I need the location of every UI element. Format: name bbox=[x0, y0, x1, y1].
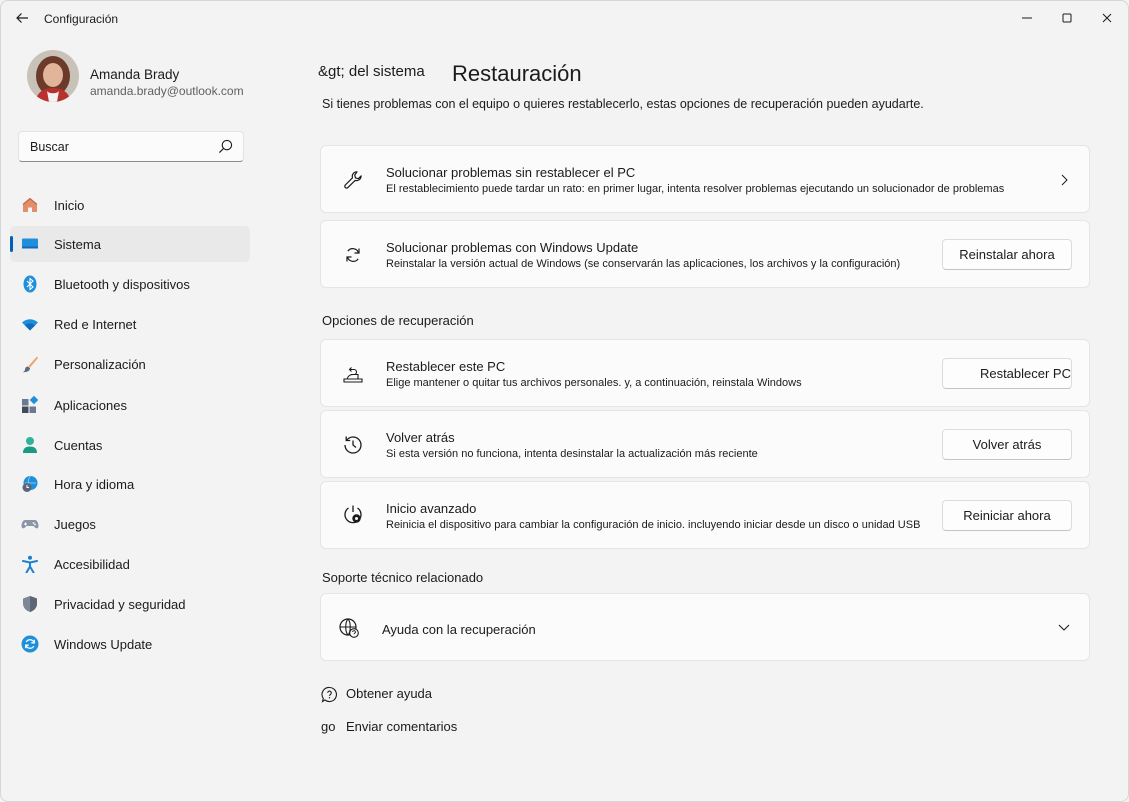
time-language-icon bbox=[22, 475, 38, 492]
sidebar-item-windows-update[interactable]: Windows Update bbox=[10, 626, 250, 662]
minimize-icon bbox=[1022, 17, 1032, 19]
sidebar-item-inicio[interactable]: Inicio bbox=[10, 187, 250, 223]
page-subtitle: Si tienes problemas con el equipo o quie… bbox=[322, 97, 924, 111]
accounts-icon bbox=[23, 437, 37, 453]
sidebar-item-label: Juegos bbox=[54, 517, 96, 532]
card-title: Restablecer este PC bbox=[386, 359, 506, 374]
card-description: Reinstalar la versión actual de Windows … bbox=[386, 258, 901, 270]
sidebar-item-bluetooth[interactable]: Bluetooth y dispositivos bbox=[10, 266, 250, 302]
card-title: Solucionar problemas sin restablecer el … bbox=[386, 165, 636, 180]
windows-update-repair-card: Solucionar problemas con Windows Update … bbox=[320, 220, 1090, 288]
active-indicator bbox=[10, 236, 13, 252]
sidebar-item-label: Hora y idioma bbox=[54, 477, 135, 492]
card-title: Volver atrás bbox=[386, 430, 455, 445]
troubleshoot-card[interactable]: Solucionar problemas sin restablecer el … bbox=[320, 145, 1090, 213]
send-feedback-link[interactable]: go Enviar comentarios bbox=[321, 717, 501, 737]
system-icon bbox=[22, 238, 38, 249]
reinstall-now-button[interactable]: Reinstalar ahora bbox=[942, 239, 1072, 270]
card-title: Inicio avanzado bbox=[386, 501, 477, 516]
user-name: Amanda Brady bbox=[90, 67, 180, 82]
gamepad-icon bbox=[21, 520, 39, 529]
sidebar-item-label: Red e Internet bbox=[54, 317, 137, 332]
sidebar-item-label: Inicio bbox=[54, 198, 85, 213]
chevron-down-icon bbox=[1058, 624, 1070, 631]
restart-now-button[interactable]: Reiniciar ahora bbox=[942, 500, 1072, 531]
advanced-startup-card: Inicio avanzado Reinicia el dispositivo … bbox=[320, 481, 1090, 549]
maximize-button[interactable] bbox=[1049, 5, 1085, 31]
recovery-options-heading: Opciones de recuperación bbox=[322, 313, 474, 328]
sidebar-item-sistema[interactable]: Sistema bbox=[10, 226, 250, 262]
maximize-icon bbox=[1062, 13, 1072, 23]
close-button[interactable] bbox=[1089, 5, 1125, 31]
reset-pc-button[interactable]: Restablecer PC bbox=[942, 358, 1072, 389]
chevron-right-icon bbox=[1061, 174, 1068, 186]
minimize-button[interactable] bbox=[1009, 5, 1045, 31]
related-support-heading: Soporte técnico relacionado bbox=[322, 570, 484, 585]
user-email: amanda.brady@outlook.com bbox=[90, 84, 244, 98]
brush-icon bbox=[22, 356, 38, 373]
sidebar-item-label: Accesibilidad bbox=[54, 557, 130, 572]
app-title: Configuración bbox=[44, 12, 119, 26]
settings-window: Configuración Amanda Brady amanda.brady@… bbox=[0, 0, 1129, 802]
sidebar-item-red[interactable]: Red e Internet bbox=[10, 306, 250, 342]
reset-pc-icon bbox=[341, 363, 365, 387]
sidebar-item-hora[interactable]: Hora y idioma bbox=[10, 466, 250, 502]
advanced-startup-icon bbox=[341, 503, 365, 527]
reset-pc-card: Restablecer este PC Elige mantener o qui… bbox=[320, 339, 1090, 407]
card-title: Ayuda con la recuperación bbox=[382, 622, 536, 637]
wrench-icon bbox=[341, 168, 365, 192]
sidebar-item-label: Privacidad y seguridad bbox=[54, 597, 186, 612]
update-icon bbox=[21, 635, 39, 653]
close-icon bbox=[1102, 13, 1112, 23]
search-box[interactable] bbox=[18, 131, 244, 162]
card-description: Si esta versión no funciona, intenta des… bbox=[386, 448, 758, 460]
sidebar-item-label: Aplicaciones bbox=[54, 398, 127, 413]
title-bar: Configuración bbox=[1, 1, 1128, 37]
sync-icon bbox=[341, 243, 365, 267]
sidebar-item-label: Cuentas bbox=[54, 438, 103, 453]
help-icon bbox=[321, 686, 337, 703]
sidebar-item-cuentas[interactable]: Cuentas bbox=[10, 427, 250, 463]
back-arrow-icon bbox=[16, 13, 28, 23]
sidebar-item-label: Windows Update bbox=[54, 637, 153, 652]
recovery-help-card[interactable]: Ayuda con la recuperación bbox=[320, 593, 1090, 661]
avatar[interactable] bbox=[27, 50, 79, 102]
feedback-icon: go bbox=[321, 719, 336, 734]
sidebar-item-personalizacion[interactable]: Personalización bbox=[10, 346, 250, 382]
wifi-icon bbox=[22, 319, 38, 331]
go-back-button[interactable]: Volver atrás bbox=[942, 429, 1072, 460]
page-title: Restauración bbox=[452, 61, 582, 86]
card-description: El restablecimiento puede tardar un rato… bbox=[386, 183, 1005, 195]
bluetooth-icon bbox=[23, 275, 37, 293]
card-description: Reinicia el dispositivo para cambiar la … bbox=[386, 519, 921, 531]
apps-icon bbox=[22, 396, 39, 413]
search-input[interactable] bbox=[30, 138, 210, 156]
history-icon bbox=[341, 433, 365, 457]
sidebar-item-label: Bluetooth y dispositivos bbox=[54, 277, 190, 292]
sidebar-item-label: Sistema bbox=[54, 237, 101, 252]
search-icon[interactable] bbox=[218, 139, 233, 154]
sidebar-item-aplicaciones[interactable]: Aplicaciones bbox=[10, 387, 250, 423]
card-title: Solucionar problemas con Windows Update bbox=[386, 240, 639, 255]
sidebar-item-label: Personalización bbox=[54, 357, 146, 372]
get-help-link[interactable]: Obtener ayuda bbox=[321, 684, 481, 704]
send-feedback-label: Enviar comentarios bbox=[346, 719, 458, 734]
shield-icon bbox=[23, 596, 37, 612]
card-description: Elige mantener o quitar tus archivos per… bbox=[386, 377, 802, 389]
back-button[interactable] bbox=[11, 7, 33, 29]
get-help-label: Obtener ayuda bbox=[346, 686, 433, 701]
sidebar-item-privacidad[interactable]: Privacidad y seguridad bbox=[10, 586, 250, 622]
user-photo-icon bbox=[27, 50, 79, 102]
sidebar-item-juegos[interactable]: Juegos bbox=[10, 506, 250, 542]
globe-help-icon bbox=[337, 616, 361, 640]
go-back-card: Volver atrás Si esta versión no funciona… bbox=[320, 410, 1090, 478]
breadcrumb[interactable]: &gt; del sistema bbox=[318, 63, 425, 80]
home-icon bbox=[22, 197, 38, 212]
accessibility-icon bbox=[22, 555, 38, 573]
sidebar-item-accesibilidad[interactable]: Accesibilidad bbox=[10, 546, 250, 582]
